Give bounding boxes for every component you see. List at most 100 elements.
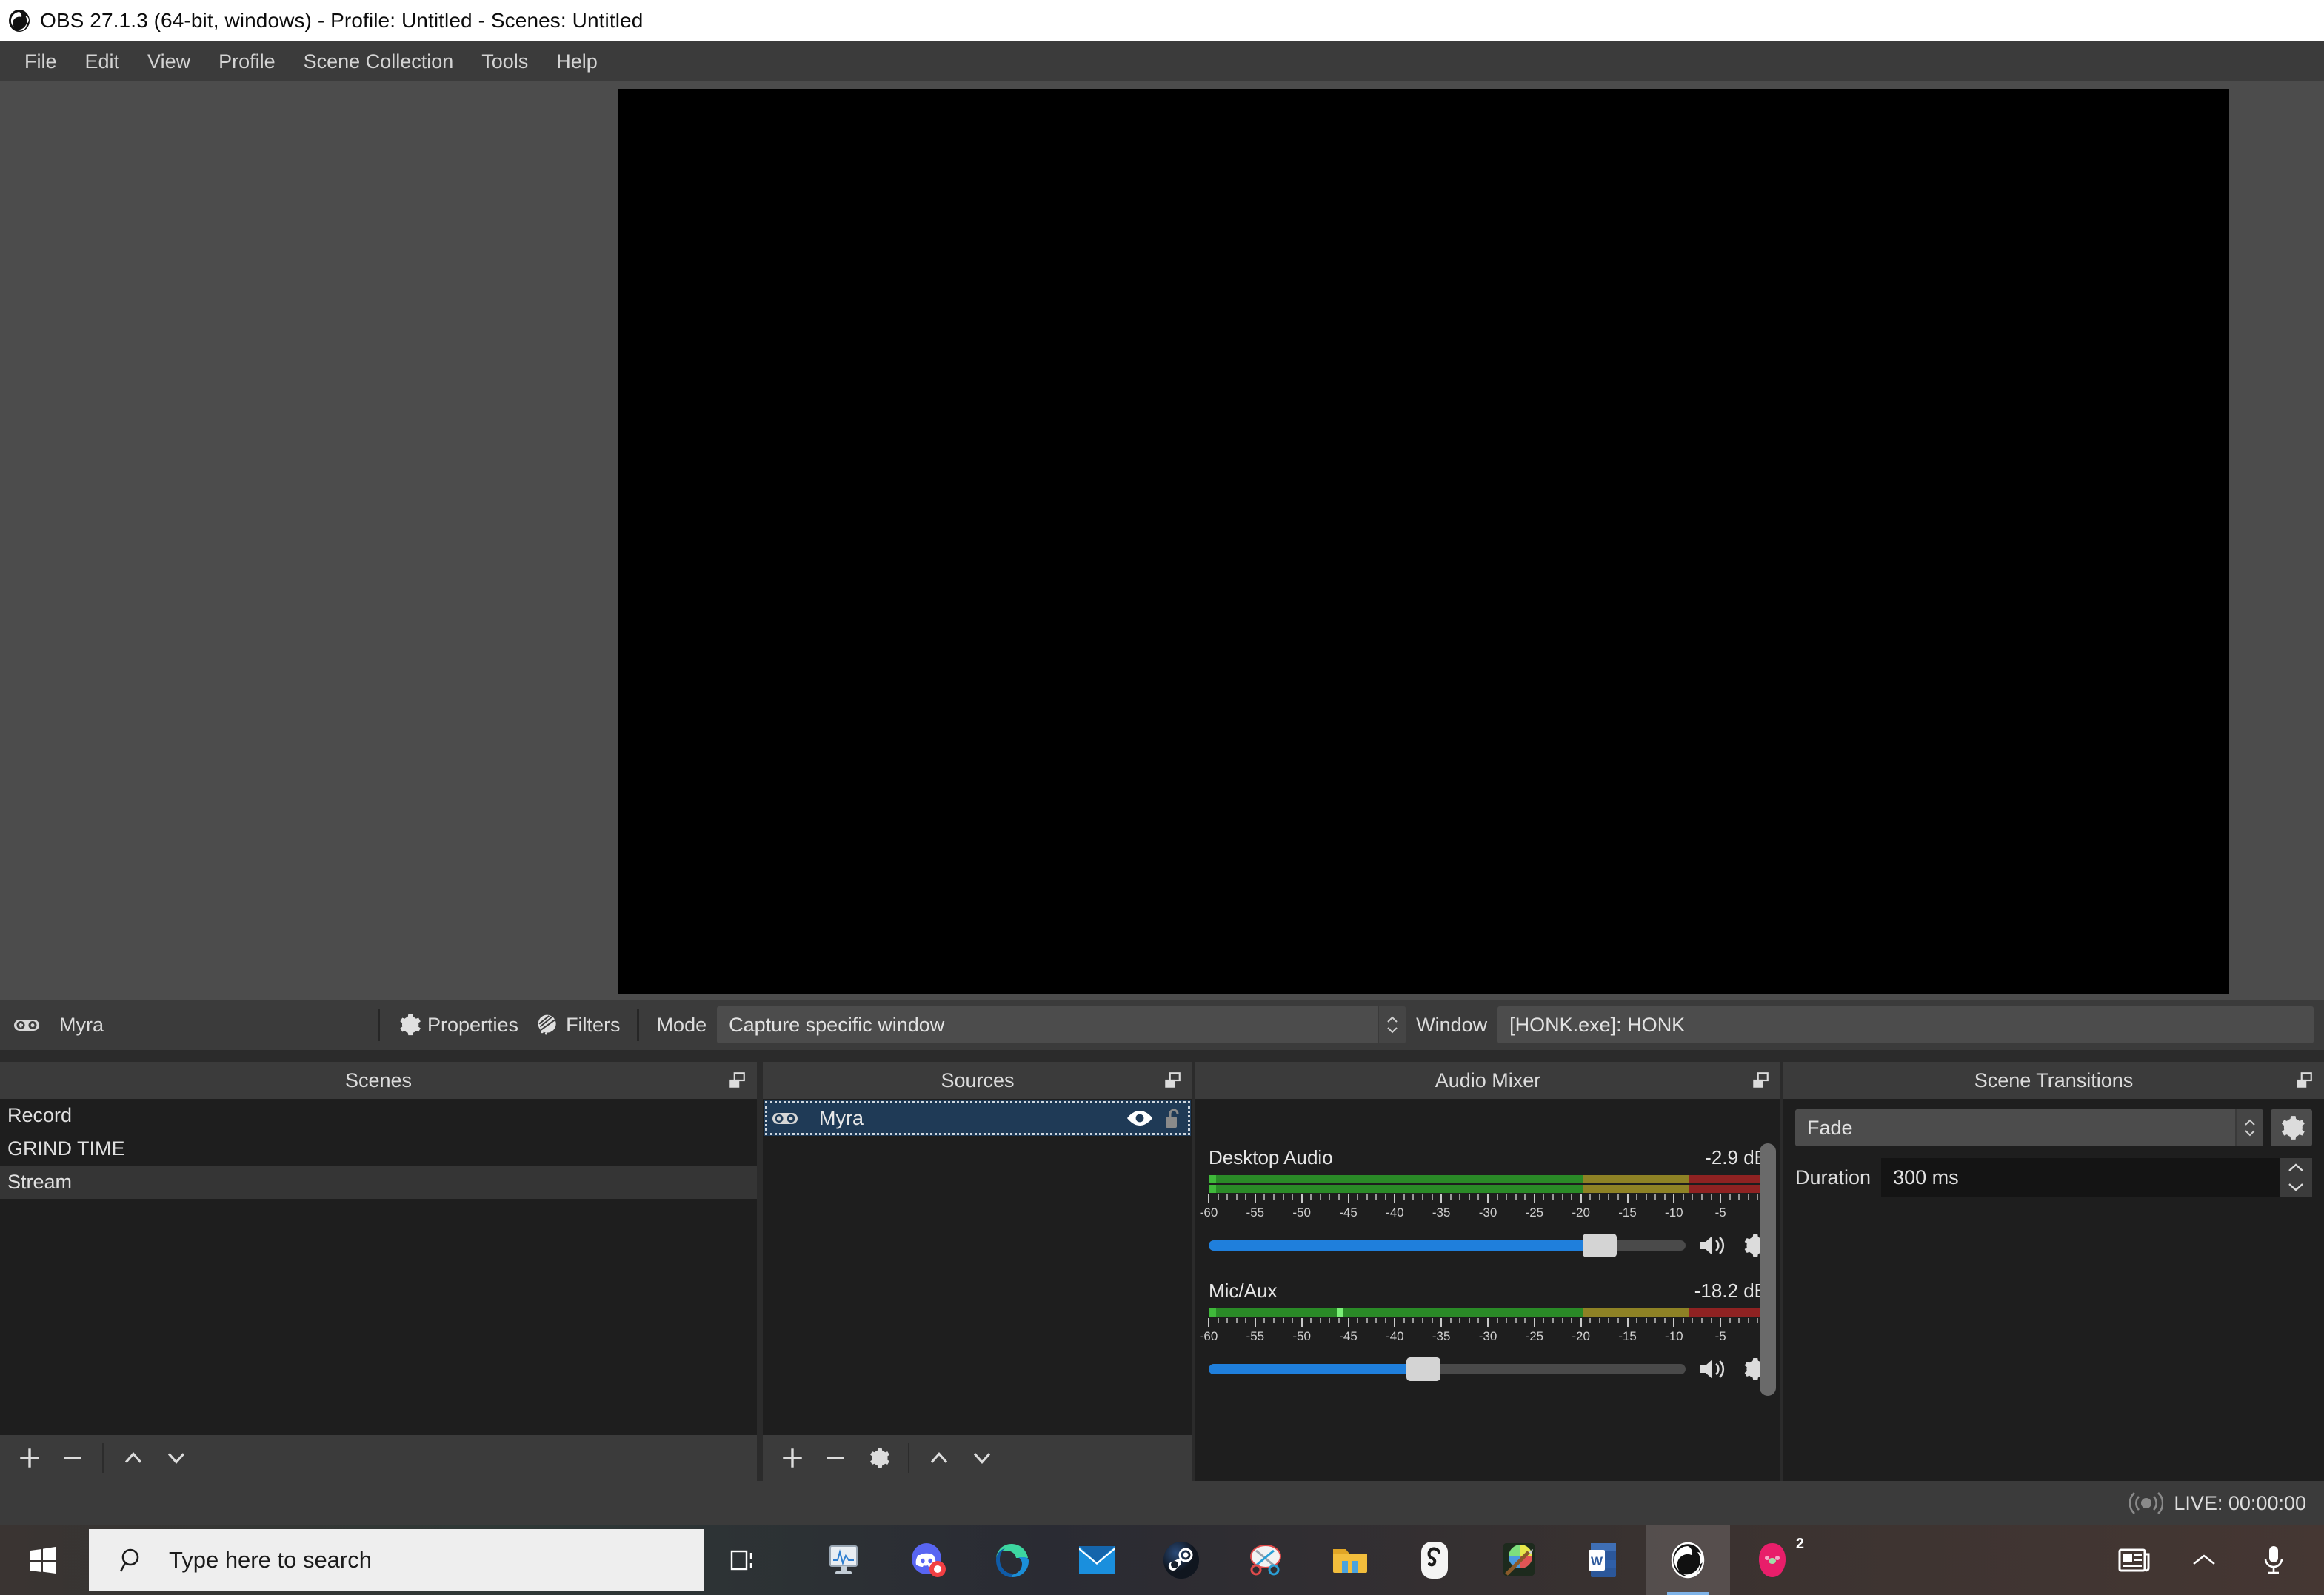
scene-item-record[interactable]: Record xyxy=(0,1099,757,1132)
capture-mode-spinner[interactable] xyxy=(1378,1006,1406,1043)
audio-mixer-scrollbar[interactable] xyxy=(1760,1143,1776,1396)
taskbar-apps: W 2 xyxy=(801,1525,1814,1595)
speaker-icon[interactable] xyxy=(1697,1232,1729,1259)
menu-profile[interactable]: Profile xyxy=(204,46,290,78)
scenes-title-label: Scenes xyxy=(344,1069,413,1091)
channel-db: -18.2 dB xyxy=(1694,1280,1767,1302)
menu-help[interactable]: Help xyxy=(542,46,612,78)
move-scene-down-button[interactable] xyxy=(156,1439,197,1477)
audio-mixer-dock: Audio Mixer Desktop Audio -2.9 dB -60 -5… xyxy=(1195,1062,1780,1481)
minus-icon xyxy=(827,1457,844,1459)
window-title: OBS 27.1.3 (64-bit, windows) - Profile: … xyxy=(40,9,644,32)
source-properties-button[interactable] xyxy=(858,1439,899,1477)
scenes-dock: Scenes Record GRIND TIME Stream xyxy=(0,1062,757,1481)
gamepad-icon xyxy=(14,1020,39,1031)
taskbar-app-file-explorer[interactable] xyxy=(1308,1525,1392,1595)
move-source-down-button[interactable] xyxy=(961,1439,1003,1477)
window-select[interactable]: [HONK.exe]: HONK xyxy=(1497,1006,2314,1043)
gamepad-icon xyxy=(772,1113,798,1124)
meter-tick-label: -5 xyxy=(1714,1206,1726,1220)
transition-select[interactable]: Fade xyxy=(1795,1109,2263,1146)
meter-tick-label: -10 xyxy=(1665,1329,1683,1343)
duration-spinner[interactable] xyxy=(2280,1158,2312,1197)
meter-tick-label: -55 xyxy=(1246,1329,1265,1343)
sources-list[interactable]: Myra xyxy=(763,1099,1192,1435)
add-scene-button[interactable] xyxy=(9,1439,50,1477)
filters-button[interactable]: Filters xyxy=(527,1008,630,1042)
paint-icon xyxy=(1503,1543,1535,1576)
search-input[interactable]: Type here to search xyxy=(89,1529,704,1591)
news-and-interests-button[interactable] xyxy=(2103,1525,2166,1595)
taskbar-app-task-manager[interactable] xyxy=(801,1525,886,1595)
scene-item-grind-time[interactable]: GRIND TIME xyxy=(0,1132,757,1166)
filters-icon xyxy=(538,1014,556,1035)
pink-app-icon xyxy=(1759,1543,1786,1577)
meter-tick-label: -45 xyxy=(1339,1206,1358,1220)
speaker-icon[interactable] xyxy=(1697,1356,1729,1382)
taskbar-app-paint[interactable] xyxy=(1477,1525,1561,1595)
taskbar-app-mail[interactable] xyxy=(1055,1525,1139,1595)
unlocked-padlock-icon[interactable] xyxy=(1164,1107,1183,1129)
taskbar-app-obs[interactable] xyxy=(1646,1525,1730,1595)
scrollbar-thumb[interactable] xyxy=(1760,1143,1776,1396)
duration-increment-button[interactable] xyxy=(2280,1158,2312,1177)
meter-tick-label: -45 xyxy=(1339,1329,1358,1343)
transition-settings-button[interactable] xyxy=(2271,1109,2312,1146)
meter-peak xyxy=(1209,1175,1216,1183)
search-placeholder: Type here to search xyxy=(169,1547,372,1573)
remove-source-button[interactable] xyxy=(815,1439,856,1477)
start-button[interactable] xyxy=(0,1525,86,1595)
taskbar-app-snipping-tool[interactable] xyxy=(1223,1525,1308,1595)
transition-spinner[interactable] xyxy=(2235,1109,2263,1146)
show-hidden-icons-button[interactable] xyxy=(2173,1525,2235,1595)
meter-tick-label: -25 xyxy=(1525,1206,1544,1220)
add-source-button[interactable] xyxy=(772,1439,813,1477)
detach-icon[interactable] xyxy=(2294,1071,2314,1090)
menu-tools[interactable]: Tools xyxy=(467,46,542,78)
taskbar-app-ear-trumpet[interactable] xyxy=(1392,1525,1477,1595)
taskbar-app-edge[interactable] xyxy=(970,1525,1055,1595)
duration-decrement-button[interactable] xyxy=(2280,1177,2312,1197)
chevron-down-icon xyxy=(2245,1130,2255,1137)
taskbar-app-steam[interactable] xyxy=(1139,1525,1223,1595)
taskbar-app-discord[interactable] xyxy=(886,1525,970,1595)
task-view-button[interactable] xyxy=(704,1525,785,1595)
microphone-button[interactable] xyxy=(2243,1525,2305,1595)
preview-canvas[interactable] xyxy=(618,89,2229,994)
search-icon xyxy=(119,1548,139,1572)
menu-view[interactable]: View xyxy=(133,46,204,78)
source-item-myra[interactable]: Myra xyxy=(764,1100,1191,1136)
meter-tick-label: -20 xyxy=(1572,1206,1590,1220)
eye-icon[interactable] xyxy=(1126,1109,1154,1128)
channel-controls xyxy=(1209,1232,1767,1259)
volume-slider[interactable] xyxy=(1209,1234,1686,1257)
menu-scene-collection[interactable]: Scene Collection xyxy=(290,46,468,78)
properties-button[interactable]: Properties xyxy=(387,1007,527,1043)
sources-toolbar-divider xyxy=(908,1443,909,1473)
duration-input[interactable]: 300 ms xyxy=(1881,1158,2312,1197)
detach-icon[interactable] xyxy=(1751,1071,1770,1090)
menu-edit[interactable]: Edit xyxy=(71,46,134,78)
scene-item-stream[interactable]: Stream xyxy=(0,1166,757,1199)
mail-icon xyxy=(1079,1546,1115,1574)
remove-scene-button[interactable] xyxy=(52,1439,93,1477)
volume-slider[interactable] xyxy=(1209,1357,1686,1381)
chevron-down-icon xyxy=(2288,1183,2303,1191)
menu-file[interactable]: File xyxy=(10,46,71,78)
move-source-up-button[interactable] xyxy=(918,1439,960,1477)
taskbar-app-pink-app[interactable]: 2 xyxy=(1730,1525,1814,1595)
chevron-up-icon xyxy=(2288,1163,2303,1171)
meter-tick-label: -15 xyxy=(1618,1329,1637,1343)
meter-tick-label: -40 xyxy=(1386,1206,1404,1220)
detach-icon[interactable] xyxy=(1163,1071,1182,1090)
obs-icon xyxy=(1671,1542,1705,1579)
taskbar-app-word[interactable]: W xyxy=(1561,1525,1646,1595)
scenes-toolbar xyxy=(0,1435,757,1481)
scene-label: GRIND TIME xyxy=(7,1137,125,1160)
detach-icon[interactable] xyxy=(727,1071,747,1090)
move-scene-up-button[interactable] xyxy=(113,1439,154,1477)
scene-transitions-dock: Scene Transitions Fade Duration 300 ms xyxy=(1783,1062,2324,1481)
capture-mode-select[interactable]: Capture specific window xyxy=(717,1006,1406,1043)
scenes-list[interactable]: Record GRIND TIME Stream xyxy=(0,1099,757,1435)
meter-tick-label: -30 xyxy=(1478,1206,1497,1220)
